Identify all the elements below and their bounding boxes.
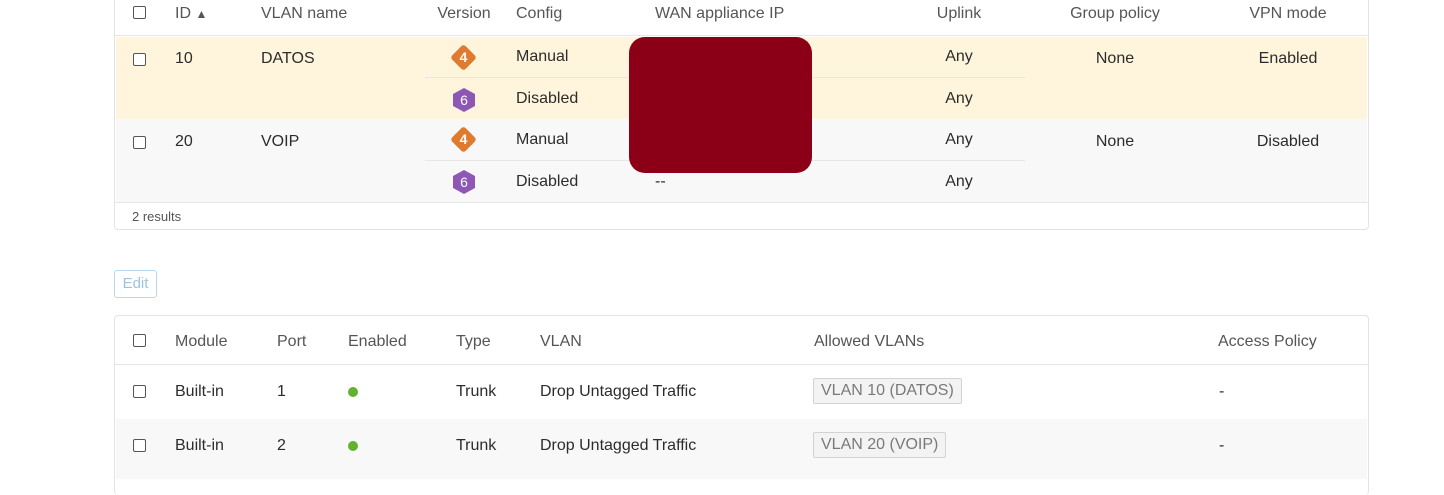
allowed-vlan-tag: VLAN 10 (DATOS) [813, 378, 962, 404]
column-header-uplink[interactable]: Uplink [937, 5, 981, 23]
access-policy: - [1219, 437, 1225, 454]
select-all-checkbox[interactable] [133, 6, 146, 19]
ipv4-badge-icon: 4 [450, 44, 477, 71]
ipv4-badge-icon: 4 [450, 126, 477, 153]
enabled-status-icon [348, 387, 358, 397]
edit-button[interactable]: Edit [114, 270, 157, 298]
id-header-label: ID [175, 5, 191, 22]
vlan-name[interactable]: VOIP [261, 133, 299, 151]
group-policy: None [1095, 50, 1135, 67]
group-policy: None [1095, 133, 1135, 150]
column-header-vlan-name[interactable]: VLAN name [261, 5, 347, 23]
port-number[interactable]: 1 [277, 383, 286, 401]
ipv4-config: Manual [516, 48, 569, 65]
vlan-name[interactable]: DATOS [261, 50, 315, 68]
column-header-enabled[interactable]: Enabled [348, 333, 407, 351]
allowed-vlan-tag: VLAN 20 (VOIP) [813, 432, 947, 458]
vpn-mode: Disabled [1256, 133, 1320, 150]
row-checkbox[interactable] [133, 53, 146, 66]
port-module: Built-in [175, 437, 224, 454]
ipv4-config: Manual [516, 131, 569, 148]
results-count: 2 results [132, 209, 182, 224]
row-checkbox[interactable] [133, 439, 146, 452]
table-row[interactable] [116, 365, 1367, 419]
ipv6-config: Disabled [516, 173, 579, 190]
table-row[interactable] [116, 419, 1367, 479]
column-header-vpn-mode[interactable]: VPN mode [1249, 5, 1326, 23]
ipv6-wan-ip: -- [655, 173, 666, 190]
sort-ascending-icon: ▲ [195, 7, 208, 21]
ipv6-uplink: Any [945, 90, 973, 107]
column-header-access-policy[interactable]: Access Policy [1218, 333, 1317, 351]
ipv4-uplink: Any [945, 48, 973, 65]
column-header-port[interactable]: Port [277, 333, 306, 351]
port-number[interactable]: 2 [277, 437, 286, 455]
column-header-vlan[interactable]: VLAN [540, 333, 582, 351]
column-header-wan-ip[interactable]: WAN appliance IP [655, 5, 784, 23]
vpn-mode: Enabled [1258, 50, 1318, 67]
vlan-id: 10 [175, 50, 193, 67]
column-header-config[interactable]: Config [516, 5, 562, 23]
column-header-id[interactable]: ID ▲ [175, 5, 207, 23]
vlan-id: 20 [175, 133, 193, 150]
port-vlan: Drop Untagged Traffic [540, 383, 697, 400]
port-type: Trunk [456, 383, 497, 400]
header-divider [115, 35, 1368, 36]
row-checkbox[interactable] [133, 136, 146, 149]
column-header-allowed-vlans[interactable]: Allowed VLANs [814, 333, 924, 351]
port-vlan: Drop Untagged Traffic [540, 437, 697, 454]
row-checkbox[interactable] [133, 385, 146, 398]
footer-divider [115, 202, 1368, 203]
column-header-module[interactable]: Module [175, 333, 227, 351]
header-divider [115, 364, 1368, 365]
port-type: Trunk [456, 437, 497, 454]
port-module: Built-in [175, 383, 224, 400]
ipv6-uplink: Any [945, 173, 973, 190]
access-policy: - [1219, 383, 1225, 400]
enabled-status-icon [348, 441, 358, 451]
column-header-group-policy[interactable]: Group policy [1070, 5, 1160, 23]
redaction-block [629, 37, 812, 173]
column-header-version[interactable]: Version [437, 5, 490, 23]
column-header-type[interactable]: Type [456, 333, 491, 351]
select-all-checkbox[interactable] [133, 334, 146, 347]
ipv4-uplink: Any [945, 131, 973, 148]
ipv6-config: Disabled [516, 90, 579, 107]
